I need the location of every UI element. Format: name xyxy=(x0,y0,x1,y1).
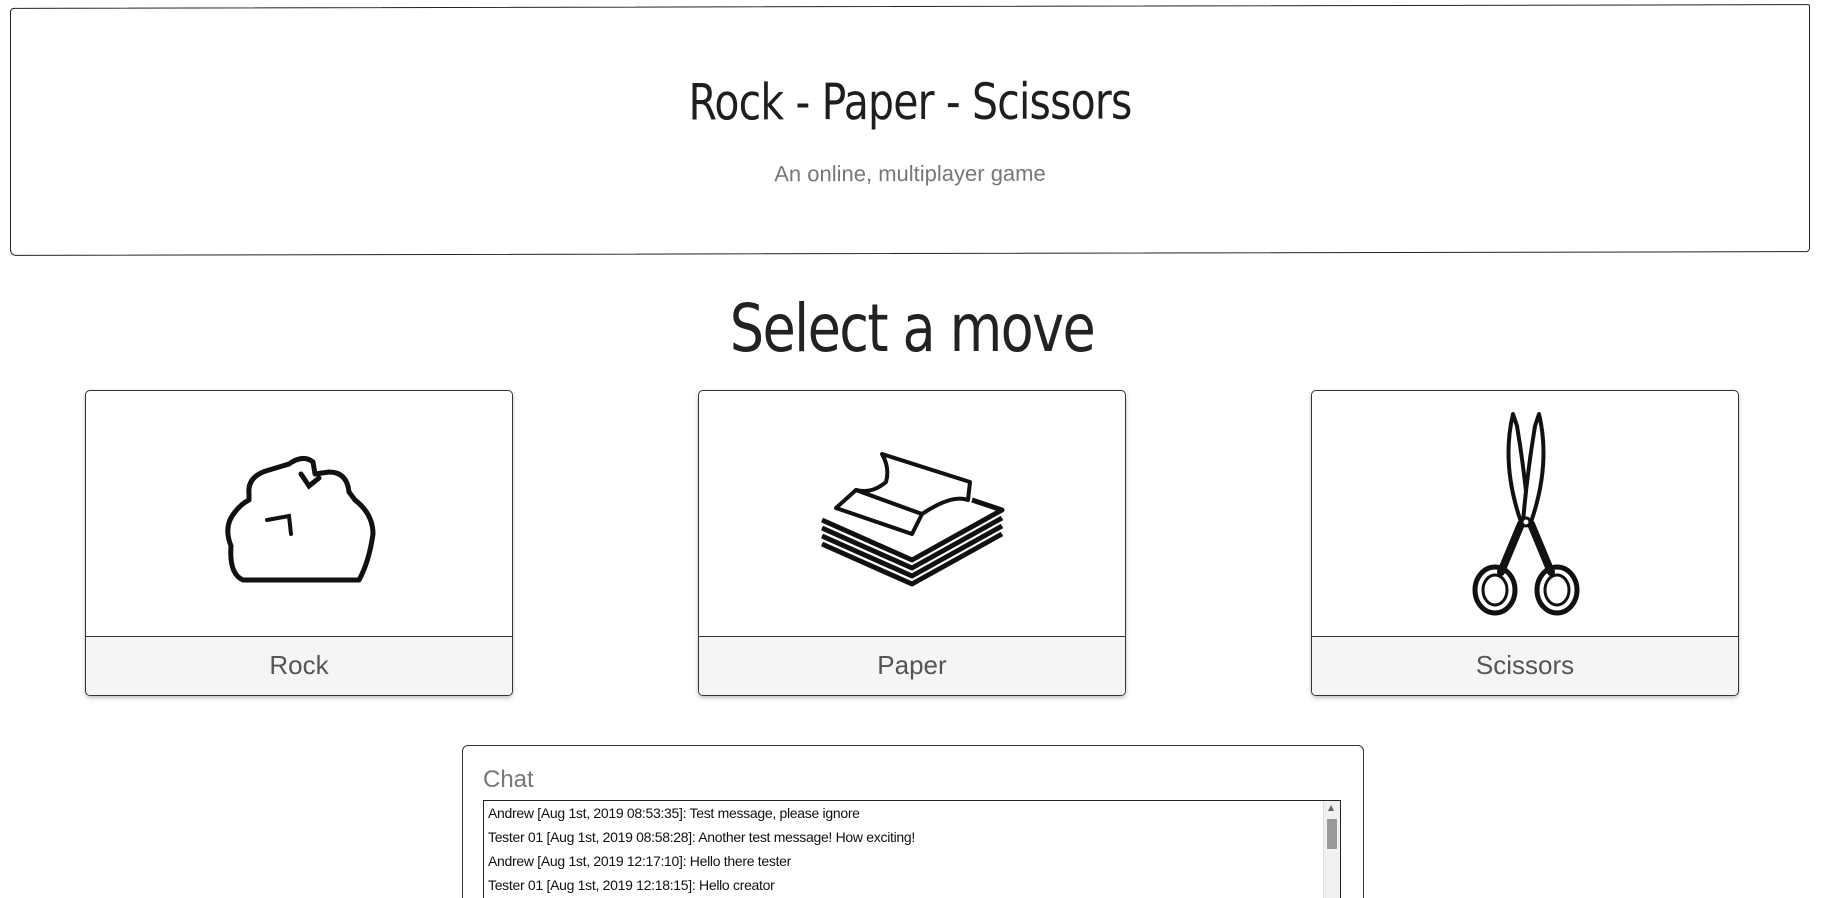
scissors-move-label: Scissors xyxy=(1312,636,1738,695)
rock-move-card[interactable]: Rock xyxy=(85,390,513,696)
chat-panel: Chat Andrew [Aug 1st, 2019 08:53:35]: Te… xyxy=(462,745,1364,898)
page: Rock - Paper - Scissors An online, multi… xyxy=(0,0,1824,898)
rock-move-label: Rock xyxy=(86,636,512,695)
paper-icon xyxy=(699,391,1125,637)
chat-log[interactable]: Andrew [Aug 1st, 2019 08:53:35]: Test me… xyxy=(483,800,1341,898)
scroll-up-icon[interactable]: ▲ xyxy=(1328,803,1334,812)
chat-message: Tester 01 [Aug 1st, 2019 08:58:28]: Anot… xyxy=(488,829,915,845)
header-banner: Rock - Paper - Scissors An online, multi… xyxy=(10,4,1810,256)
chat-title: Chat xyxy=(483,766,534,793)
select-move-heading: Select a move xyxy=(729,290,1096,367)
scissors-move-card[interactable]: Scissors xyxy=(1311,390,1739,696)
paper-move-card[interactable]: Paper xyxy=(698,390,1126,696)
chat-message: Tester 01 [Aug 1st, 2019 12:18:15]: Hell… xyxy=(488,877,775,893)
paper-move-label: Paper xyxy=(699,636,1125,695)
chat-scrollbar[interactable]: ▲ xyxy=(1323,801,1340,898)
rock-icon xyxy=(86,391,512,637)
chat-message: Andrew [Aug 1st, 2019 08:53:35]: Test me… xyxy=(488,805,860,821)
page-title: Rock - Paper - Scissors xyxy=(688,72,1132,132)
page-subtitle: An online, multiplayer game xyxy=(774,160,1046,187)
chat-message: Andrew [Aug 1st, 2019 12:17:10]: Hello t… xyxy=(488,853,792,869)
scrollbar-thumb[interactable] xyxy=(1327,819,1337,849)
scissors-icon xyxy=(1312,391,1738,637)
